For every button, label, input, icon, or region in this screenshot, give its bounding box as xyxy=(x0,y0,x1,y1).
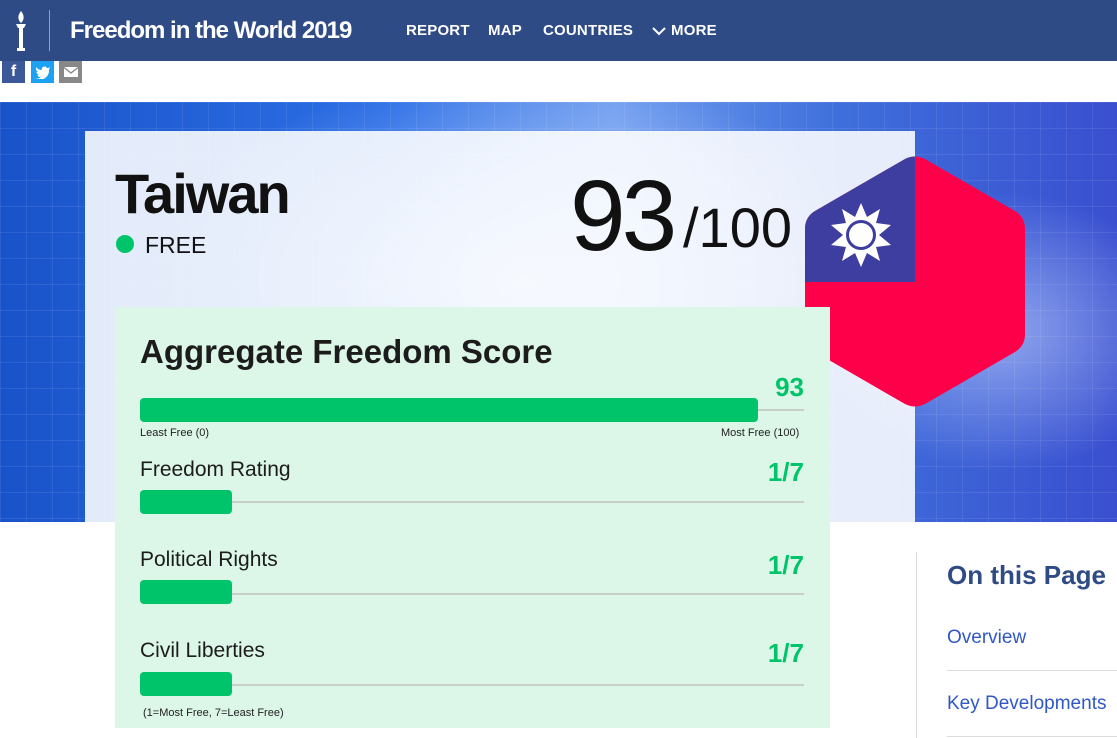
total-score: 93 xyxy=(570,160,677,272)
envelope-icon xyxy=(63,66,78,77)
on-this-page-title: On this Page xyxy=(947,560,1106,590)
facebook-share-icon[interactable]: f xyxy=(2,61,25,83)
freedom-rating-value: 1/7 xyxy=(767,457,804,487)
civil-liberties-label: Civil Liberties xyxy=(140,639,265,662)
chevron-down-icon xyxy=(652,27,666,36)
sidebar-link-key-developments[interactable]: Key Developments xyxy=(947,693,1106,715)
sidebar-rule xyxy=(947,736,1117,737)
freedom-rating-track xyxy=(140,501,804,503)
twitter-share-icon[interactable] xyxy=(31,61,54,83)
top-nav-bar: Freedom in the World 2019 REPORT MAP COU… xyxy=(0,0,1117,61)
nav-more-label: MORE xyxy=(671,22,717,39)
logo-divider xyxy=(49,10,50,51)
country-name: Taiwan xyxy=(115,162,291,225)
sidebar-divider xyxy=(916,552,917,738)
aggregate-score-bar xyxy=(140,398,758,422)
freedom-rating-bar xyxy=(140,490,232,514)
twitter-bird-icon xyxy=(35,66,50,79)
torch-logo-icon[interactable] xyxy=(10,9,32,53)
political-rights-value: 1/7 xyxy=(767,550,804,580)
aggregate-score-value: 93 xyxy=(775,372,804,402)
political-rights-track xyxy=(140,593,804,595)
ratings-scale-note: (1=Most Free, 7=Least Free) xyxy=(143,707,284,719)
page: Freedom in the World 2019 REPORT MAP COU… xyxy=(0,0,1117,738)
facebook-glyph: f xyxy=(10,63,17,80)
sidebar-link-overview[interactable]: Overview xyxy=(947,627,1026,649)
most-free-label: Most Free (100) xyxy=(721,427,800,439)
site-title[interactable]: Freedom in the World 2019 xyxy=(70,16,352,46)
freedom-rating-label: Freedom Rating xyxy=(140,458,291,481)
political-rights-bar xyxy=(140,580,232,604)
least-free-label: Least Free (0) xyxy=(140,427,210,439)
email-share-icon[interactable] xyxy=(59,61,82,83)
nav-report[interactable]: REPORT xyxy=(406,22,470,40)
nav-map[interactable]: MAP xyxy=(488,22,522,40)
status-label: FREE xyxy=(145,232,207,258)
aggregate-score-title: Aggregate Freedom Score xyxy=(140,333,553,370)
sidebar-rule xyxy=(947,670,1117,671)
score-max: /100 xyxy=(683,196,792,259)
nav-more[interactable]: MORE xyxy=(652,22,717,40)
status-dot-icon xyxy=(116,235,134,253)
civil-liberties-value: 1/7 xyxy=(767,638,804,668)
taiwan-flag-icon xyxy=(805,156,1025,407)
nav-countries[interactable]: COUNTRIES xyxy=(543,22,633,40)
political-rights-label: Political Rights xyxy=(140,548,278,571)
civil-liberties-bar xyxy=(140,672,232,696)
civil-liberties-track xyxy=(140,684,804,686)
